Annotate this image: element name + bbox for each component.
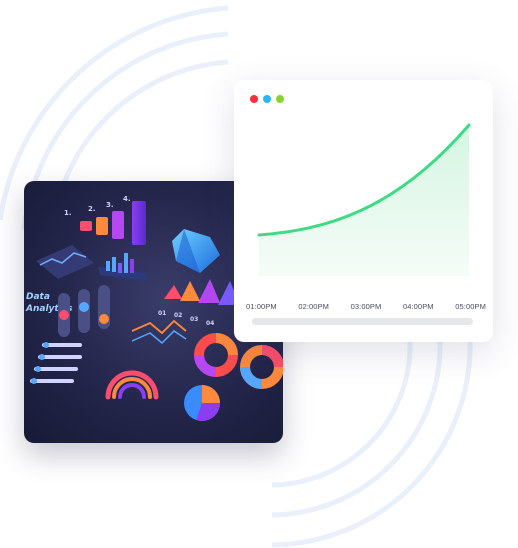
ring-bottom-3 — [271, 339, 413, 488]
rank-bar-4 — [132, 201, 146, 245]
x-axis-labels: 01:00PM 02:00PM 03:00PM 04:00PM 05:00PM — [246, 302, 486, 311]
horizontal-scrollbar[interactable] — [252, 318, 473, 325]
code-02: 02 — [174, 312, 182, 319]
trend-line — [131, 319, 187, 335]
rank-bar-3 — [112, 211, 124, 239]
rank-label-2: 2. — [88, 205, 96, 213]
chart-window: 01:00PM 02:00PM 03:00PM 04:00PM 05:00PM — [234, 80, 493, 342]
code-04: 04 — [206, 320, 214, 327]
rainbow-arc — [105, 370, 159, 400]
donut-chart-1 — [194, 333, 238, 377]
ring-bottom-1 — [271, 339, 473, 548]
rank-label-1: 1. — [64, 209, 72, 217]
x-tick-label: 03:00PM — [350, 302, 382, 311]
pyramid-2 — [180, 281, 200, 301]
pie-chart — [184, 385, 221, 422]
rank-bar-1 — [80, 221, 92, 231]
code-03: 03 — [190, 316, 198, 323]
bar-cluster — [98, 253, 148, 281]
x-tick-label: 05:00PM — [455, 302, 486, 311]
horizontal-sliders — [30, 342, 82, 384]
rank-bar-2 — [96, 217, 108, 235]
ring-bottom-2 — [271, 339, 443, 518]
area-fill — [259, 125, 469, 276]
toggle-sliders — [58, 285, 110, 337]
code-01: 01 — [158, 310, 166, 317]
rank-label-3: 3. — [106, 201, 114, 209]
donut-chart-2 — [240, 345, 283, 389]
pyramid-1 — [164, 285, 182, 299]
x-tick-label: 02:00PM — [298, 302, 330, 311]
rank-label-4: 4. — [123, 195, 131, 203]
x-tick-label: 04:00PM — [402, 302, 434, 311]
data-label: Data — [26, 292, 50, 302]
x-tick-label: 01:00PM — [246, 302, 277, 311]
pyramid-3 — [198, 279, 220, 303]
